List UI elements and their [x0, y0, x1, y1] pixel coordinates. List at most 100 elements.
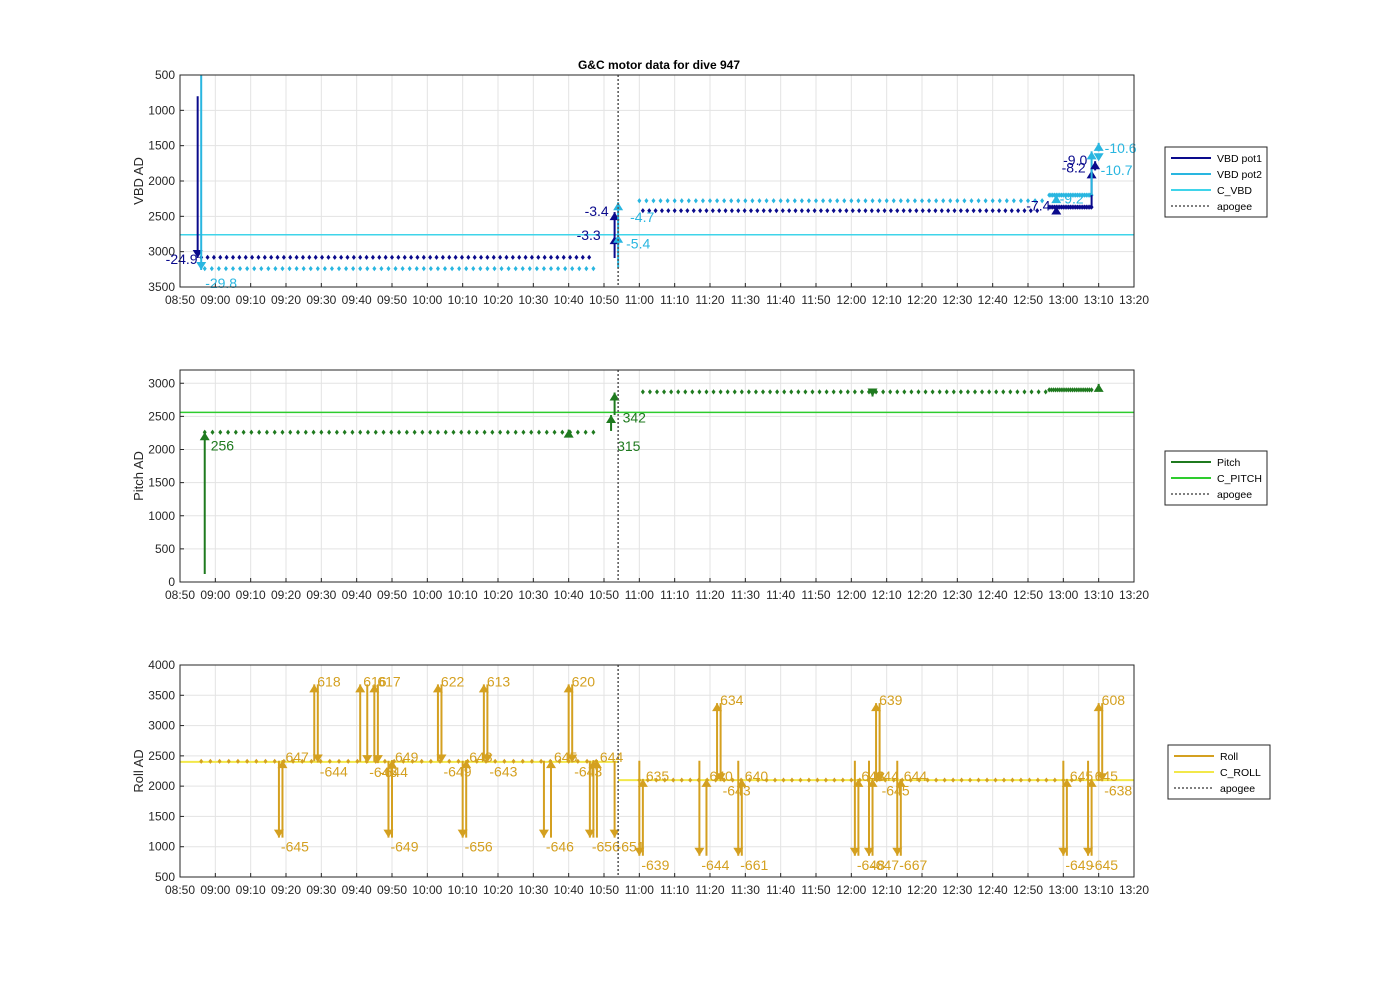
x-tick-label: 09:40: [342, 883, 372, 897]
x-tick-label: 10:10: [448, 293, 478, 307]
roll-down-label: -646: [546, 839, 574, 855]
chart-panel-2: 08:50 09:00 09:10 09:20 09:30 09:40 09:50 10:00…: [131, 369, 1268, 602]
roll-up-label: 608: [1102, 692, 1126, 708]
x-tick-label: 10:30: [518, 588, 548, 602]
x-tick-label: 12:30: [942, 293, 972, 307]
x-tick-label: 12:20: [907, 588, 937, 602]
legend-label: VBD pot1: [1217, 153, 1262, 165]
y-tick-label: 0: [168, 575, 175, 589]
x-tick-label: 09:20: [271, 588, 301, 602]
chart-panel-1: 08:50 09:00 09:10 09:20 09:30 09:40 09:50 10:00…: [131, 68, 1268, 307]
roll-down-label: -647: [871, 857, 899, 873]
x-tick-label: 11:50: [801, 293, 830, 307]
x-tick-label: 11:30: [731, 293, 760, 307]
roll-up-label: 643: [469, 749, 493, 765]
legend-label: Pitch: [1217, 457, 1241, 469]
x-tick-label: 11:00: [625, 588, 654, 602]
x-tick-label: 13:20: [1119, 293, 1149, 307]
y-tick-label: 1500: [148, 139, 175, 153]
x-tick-label: 12:40: [978, 293, 1008, 307]
x-tick-label: 12:30: [942, 588, 972, 602]
x-tick-label: 12:20: [907, 293, 937, 307]
legend-label: C_ROLL: [1220, 767, 1261, 779]
x-tick-label: 09:30: [306, 293, 336, 307]
x-tick-label: 10:00: [412, 883, 442, 897]
x-tick-label: 12:10: [872, 588, 902, 602]
move-label: -9.0: [1063, 152, 1087, 168]
x-tick-label: 10:00: [412, 588, 442, 602]
move-label: -3.3: [577, 227, 601, 243]
y-tick-label: 1000: [148, 840, 175, 854]
x-tick-label: 09:40: [342, 293, 372, 307]
y-axis-label: VBD AD: [131, 157, 146, 205]
legend-label: VBD pot2: [1217, 169, 1262, 181]
x-tick-label: 10:20: [483, 293, 513, 307]
roll-up-label: 647: [285, 749, 309, 765]
roll-up-label: 644: [600, 749, 624, 765]
y-axis-label: Roll AD: [131, 749, 146, 792]
y-tick-label: 4000: [148, 658, 175, 672]
y-tick-label: 500: [155, 542, 175, 556]
figure-title: G&C motor data for dive 947: [578, 58, 740, 72]
x-tick-label: 12:00: [836, 883, 866, 897]
legend-label: C_VBD: [1217, 185, 1252, 197]
x-tick-label: 09:50: [377, 293, 407, 307]
roll-down-label: -643: [723, 782, 751, 798]
roll-down-label: -667: [899, 857, 927, 873]
x-tick-label: 10:40: [554, 883, 584, 897]
legend-label: C_PITCH: [1217, 473, 1262, 485]
move-label: -10.6: [1105, 140, 1137, 156]
figure: G&C motor data for dive 947 08:50 09:00 09…: [0, 0, 1400, 986]
chart-panel-3: 08:50 09:00 09:10 09:20 09:30 09:40 09:50 10:00…: [131, 658, 1271, 897]
x-tick-label: 08:50: [165, 588, 195, 602]
x-tick-label: 13:00: [1048, 588, 1078, 602]
x-tick-label: 10:40: [554, 588, 584, 602]
y-tick-label: 1500: [148, 476, 175, 490]
roll-up-label: 639: [879, 692, 903, 708]
y-tick-label: 3500: [148, 280, 175, 294]
x-tick-label: 11:30: [731, 883, 760, 897]
x-tick-label: 10:10: [448, 588, 478, 602]
x-tick-label: 11:00: [625, 883, 654, 897]
x-tick-label: 11:00: [625, 293, 654, 307]
x-tick-label: 11:40: [766, 588, 795, 602]
x-tick-label: 12:10: [872, 883, 902, 897]
y-tick-label: 1500: [148, 809, 175, 823]
x-tick-label: 08:50: [165, 293, 195, 307]
roll-down-label: -645: [281, 839, 309, 855]
roll-up-label: 620: [572, 673, 596, 689]
y-tick-label: 500: [155, 68, 175, 82]
x-tick-label: 10:10: [448, 883, 478, 897]
legend: Pitch C_PITCHapogee: [1164, 450, 1268, 506]
roll-down-label: -643: [489, 764, 517, 780]
move-label: -7.4: [1026, 197, 1050, 213]
y-tick-label: 2500: [148, 209, 175, 223]
move-label: -9.2: [1060, 190, 1084, 206]
x-tick-label: 12:50: [1013, 293, 1043, 307]
roll-down-label: -661: [740, 857, 768, 873]
x-tick-label: 08:50: [165, 883, 195, 897]
legend: Roll C_ROLLapogee: [1167, 744, 1271, 800]
x-tick-label: 12:50: [1013, 588, 1043, 602]
roll-up-label: 644: [904, 768, 928, 784]
x-tick-label: 10:40: [554, 293, 584, 307]
y-tick-label: 2500: [148, 749, 175, 763]
roll-up-label: 640: [745, 768, 769, 784]
x-tick-label: 12:40: [978, 588, 1008, 602]
x-tick-label: 09:40: [342, 588, 372, 602]
move-label: -24.9: [166, 251, 198, 267]
roll-up-label: 613: [487, 673, 511, 689]
roll-down-label: -656: [465, 839, 493, 855]
y-tick-label: 3000: [148, 719, 175, 733]
x-tick-label: 10:20: [483, 883, 513, 897]
move-label: 342: [623, 410, 647, 426]
roll-up-label: 618: [317, 673, 341, 689]
x-tick-label: 09:00: [200, 293, 230, 307]
legend: VBD pot1 VBD pot2 C_VBDapogee: [1164, 146, 1268, 218]
legend-label: apogee: [1217, 489, 1252, 501]
move-label: -4.7: [630, 209, 654, 225]
x-tick-label: 11:10: [660, 293, 689, 307]
x-tick-label: 12:00: [836, 588, 866, 602]
x-tick-label: 10:50: [589, 588, 619, 602]
roll-down-label: -645: [1090, 857, 1118, 873]
